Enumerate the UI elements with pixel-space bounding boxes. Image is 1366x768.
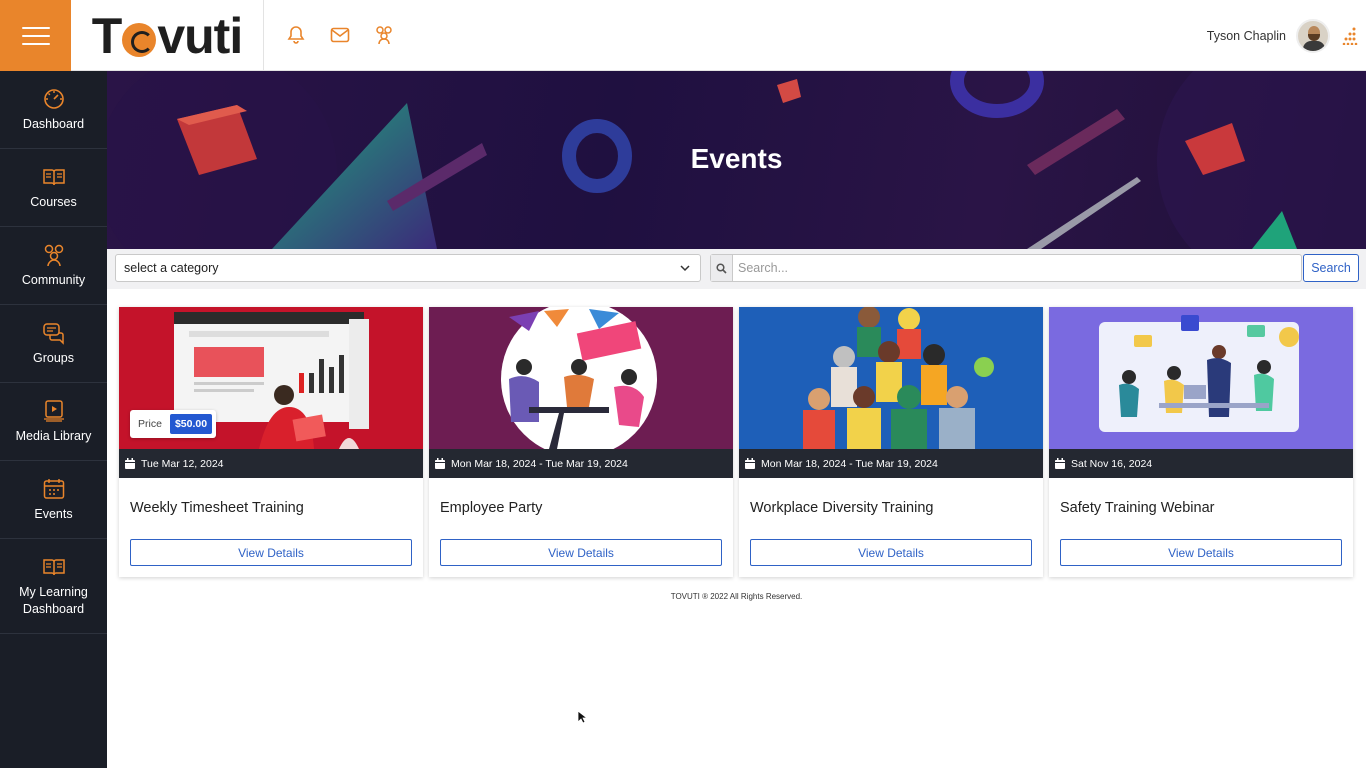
sidebar-item-label: My Learning Dashboard <box>19 584 88 616</box>
sidebar-item-label: Community <box>21 272 86 287</box>
view-details-button[interactable]: View Details <box>1060 539 1342 566</box>
price-value: $50.00 <box>169 414 213 434</box>
sidebar-item-label: Media Library <box>15 428 92 443</box>
book-icon <box>42 168 65 185</box>
mail-icon[interactable] <box>330 24 350 46</box>
calendar-icon <box>435 458 445 469</box>
chat-icon <box>42 322 64 345</box>
event-date-bar: Sat Nov 16, 2024 <box>1049 449 1353 478</box>
footer-copyright: TOVUTI ® 2022 All Rights Reserved. <box>670 592 803 601</box>
event-card[interactable]: Sat Nov 16, 2024 Safety Training Webinar… <box>1049 307 1353 577</box>
event-image: Price $50.00 <box>119 307 423 449</box>
book-icon <box>42 558 65 575</box>
sidebar-item-groups[interactable]: Groups <box>0 305 107 383</box>
sidebar: Dashboard Courses Community Groups Media… <box>0 71 107 768</box>
event-title[interactable]: Employee Party <box>440 500 542 516</box>
event-date: Sat Nov 16, 2024 <box>1071 457 1153 470</box>
avatar[interactable] <box>1296 18 1330 53</box>
community-icon <box>44 244 63 266</box>
category-select-value: select a category <box>124 261 219 275</box>
sidebar-item-community[interactable]: Community <box>0 227 107 305</box>
page-title: Events <box>690 143 783 174</box>
view-details-button[interactable]: View Details <box>440 539 722 566</box>
sidebar-item-media-library[interactable]: Media Library <box>0 383 107 461</box>
search-button[interactable]: Search <box>1303 254 1359 282</box>
sidebar-item-my-learning-dashboard[interactable]: My Learning Dashboard <box>0 539 107 634</box>
tovuti-logo[interactable]: Tvuti <box>71 0 264 71</box>
bell-icon[interactable] <box>286 24 306 46</box>
event-date-bar: Mon Mar 18, 2024 - Tue Mar 19, 2024 <box>739 449 1043 478</box>
sidebar-item-label: Groups <box>33 350 74 365</box>
top-header: Tvuti Tyson Chaplin <box>0 0 1366 71</box>
event-title[interactable]: Workplace Diversity Training <box>750 500 933 516</box>
event-card[interactable]: Mon Mar 18, 2024 - Tue Mar 19, 2024 Work… <box>739 307 1043 577</box>
event-image <box>739 307 1043 449</box>
filter-bar: select a category Search <box>107 249 1366 289</box>
calendar-icon <box>745 458 755 469</box>
event-date-bar: Mon Mar 18, 2024 - Tue Mar 19, 2024 <box>429 449 733 478</box>
search-field <box>710 254 1302 282</box>
sidebar-item-dashboard[interactable]: Dashboard <box>0 71 107 149</box>
event-date: Tue Mar 12, 2024 <box>141 457 224 470</box>
event-title[interactable]: Weekly Timesheet Training <box>130 500 304 516</box>
calendar-icon <box>43 478 64 499</box>
dashboard-icon <box>43 88 64 109</box>
sidebar-item-label: Dashboard <box>22 116 85 131</box>
event-card[interactable]: Price $50.00 Tue Mar 12, 2024 Weekly Tim… <box>119 307 423 577</box>
event-title[interactable]: Safety Training Webinar <box>1060 500 1214 516</box>
price-label: Price <box>138 418 162 430</box>
sidebar-item-label: Courses <box>30 194 77 209</box>
chevron-down-icon <box>680 265 690 272</box>
event-cards: Price $50.00 Tue Mar 12, 2024 Weekly Tim… <box>119 307 1353 577</box>
user-name[interactable]: Tyson Chaplin <box>1207 29 1286 43</box>
event-image <box>1049 307 1353 449</box>
view-details-button[interactable]: View Details <box>750 539 1032 566</box>
hero-banner: Events <box>107 71 1366 249</box>
search-icon <box>711 255 733 281</box>
sidebar-item-events[interactable]: Events <box>0 461 107 539</box>
view-details-button[interactable]: View Details <box>130 539 412 566</box>
search-input[interactable] <box>734 255 1300 281</box>
media-icon <box>43 399 64 422</box>
event-image <box>429 307 733 449</box>
event-date: Mon Mar 18, 2024 - Tue Mar 19, 2024 <box>761 457 938 470</box>
category-select[interactable]: select a category <box>115 254 701 282</box>
sidebar-item-courses[interactable]: Courses <box>0 149 107 227</box>
event-date-bar: Tue Mar 12, 2024 <box>119 449 423 478</box>
community-icon[interactable] <box>374 24 394 46</box>
menu-toggle-button[interactable] <box>0 0 71 71</box>
apps-grid-icon[interactable] <box>1342 27 1358 45</box>
price-badge: Price $50.00 <box>130 410 217 438</box>
mouse-cursor-icon <box>577 710 587 724</box>
sidebar-item-label: Events <box>34 506 73 521</box>
calendar-icon <box>125 458 135 469</box>
event-card[interactable]: Mon Mar 18, 2024 - Tue Mar 19, 2024 Empl… <box>429 307 733 577</box>
event-date: Mon Mar 18, 2024 - Tue Mar 19, 2024 <box>451 457 628 470</box>
calendar-icon <box>1055 458 1065 469</box>
